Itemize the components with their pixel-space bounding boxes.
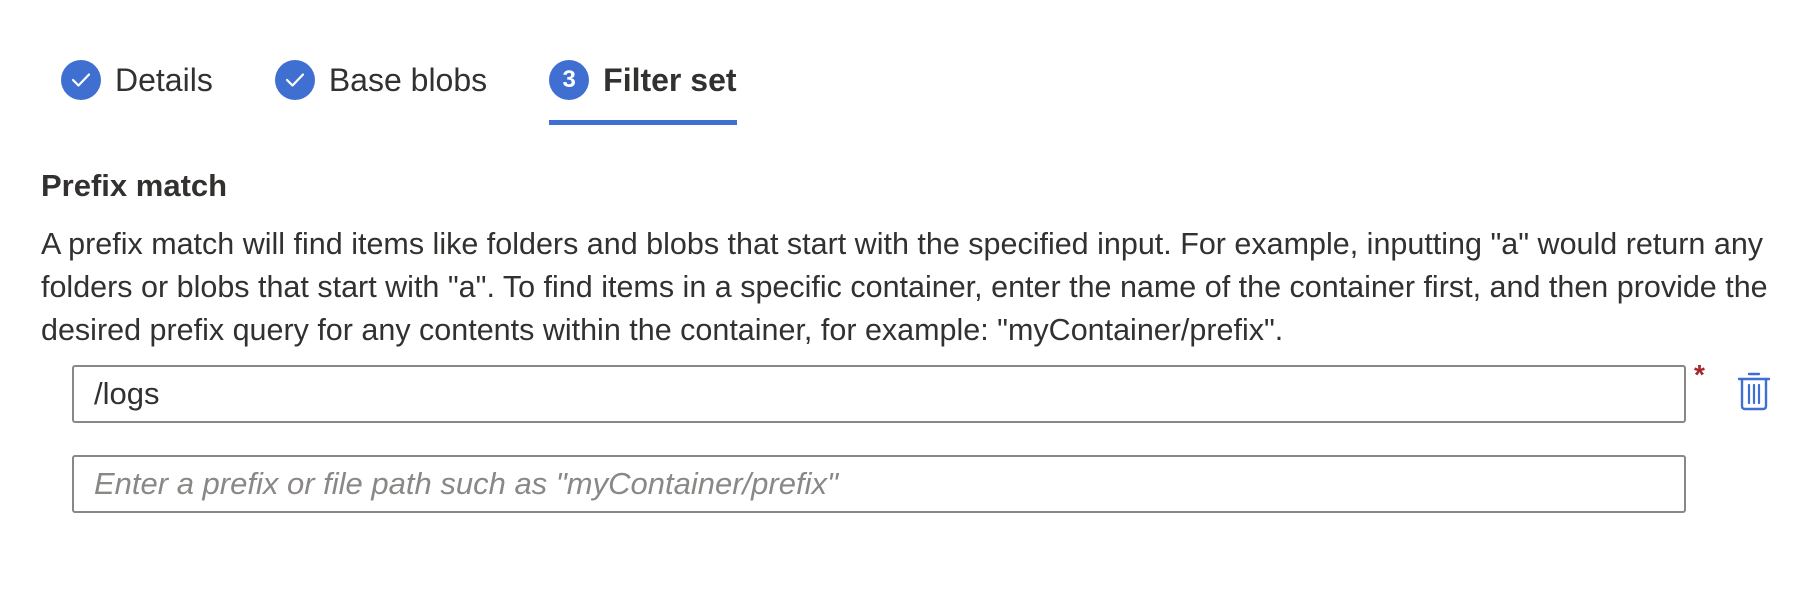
filter-set-page: Details Base blobs 3 Filter set Prefix m… (0, 0, 1814, 606)
new-prefix-input-row (72, 455, 1686, 513)
wizard-steps: Details Base blobs 3 Filter set (61, 58, 799, 125)
tab-filter-set[interactable]: 3 Filter set (549, 58, 737, 125)
checkmark-icon (274, 60, 315, 100)
prefix-input[interactable] (72, 365, 1686, 423)
prefix-input-row: * (72, 359, 1771, 423)
tab-filter-set-label: Filter set (603, 61, 737, 98)
tab-details[interactable]: Details (61, 58, 213, 102)
section-description: A prefix match will find items like fold… (41, 227, 1768, 347)
tab-base-blobs[interactable]: Base blobs (274, 58, 488, 102)
tab-details-label: Details (115, 61, 213, 98)
required-marker: * (1694, 359, 1705, 390)
tab-base-blobs-label: Base blobs (328, 61, 488, 98)
new-prefix-input[interactable] (72, 455, 1686, 513)
step-number-badge: 3 (549, 60, 590, 100)
checkmark-icon (61, 60, 101, 100)
trash-icon[interactable] (1737, 371, 1777, 415)
section-title: Prefix match (41, 168, 228, 203)
